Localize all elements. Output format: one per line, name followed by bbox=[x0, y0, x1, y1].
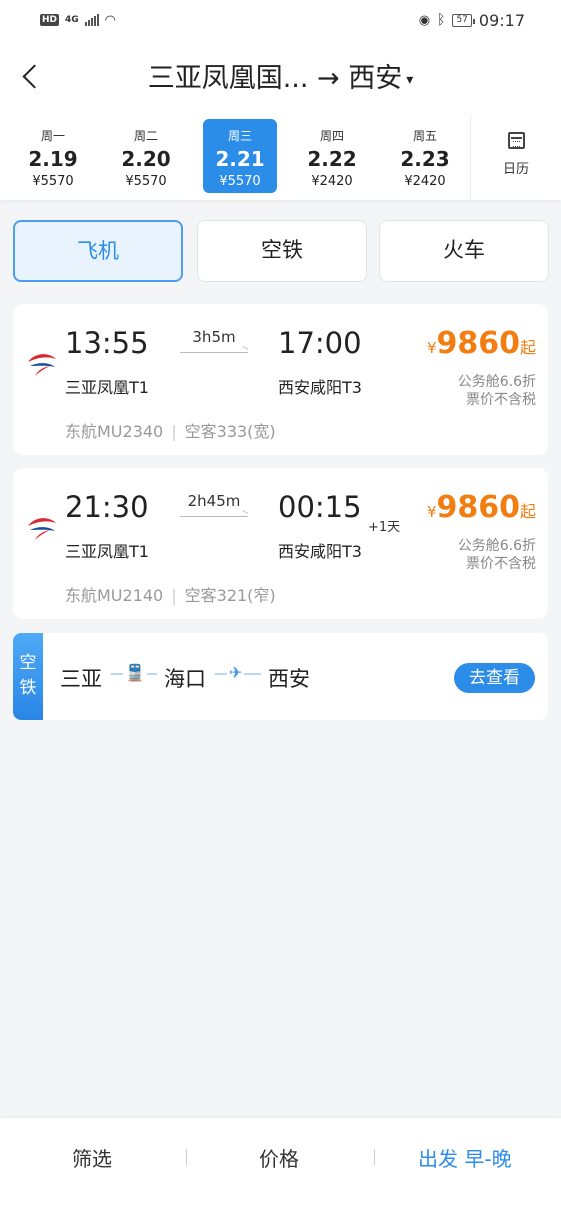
aircraft-type: 空客333(宽) bbox=[184, 422, 276, 441]
tab-flight[interactable]: 飞机 bbox=[13, 220, 183, 282]
date-day: 2.22 bbox=[307, 147, 357, 171]
date-weekday: 周五 bbox=[412, 129, 437, 143]
flight-info: 东航MU2140 | 空客321(窄) bbox=[65, 582, 276, 606]
tab-train[interactable]: 火车 bbox=[379, 220, 549, 282]
cabin-class: 公务舱6.6折 bbox=[457, 374, 536, 390]
toolbar-divider bbox=[186, 1149, 187, 1165]
date-price: ¥5570 bbox=[32, 174, 74, 189]
bluetooth-icon: ᛒ bbox=[437, 12, 446, 28]
air-rail-combo-card[interactable]: 空铁 三亚 🚆 海口 ✈ 西安 去查看 bbox=[13, 633, 548, 720]
date-weekday: 周四 bbox=[319, 129, 344, 143]
flight-duration: 2h45m bbox=[187, 492, 241, 510]
china-eastern-logo-icon bbox=[28, 518, 56, 540]
aircraft-type: 空客321(窄) bbox=[184, 586, 276, 605]
date-weekday: 周一 bbox=[40, 129, 65, 143]
flight-duration: 3h5m bbox=[192, 328, 236, 346]
battery-level: 57 bbox=[456, 15, 468, 25]
transport-mode-tabs: 飞机 空铁 火车 bbox=[0, 220, 561, 282]
flight-number: 东航MU2140 bbox=[65, 586, 164, 605]
tab-air-rail[interactable]: 空铁 bbox=[197, 220, 367, 282]
departure-airport: 三亚凤凰T1 bbox=[65, 378, 149, 397]
date-weekday: 周二 bbox=[133, 129, 158, 143]
wifi-icon: ◠ bbox=[104, 12, 117, 28]
date-day: 2.19 bbox=[28, 147, 78, 171]
calendar-icon bbox=[507, 132, 525, 149]
departure-time: 13:55 bbox=[65, 326, 149, 360]
view-combo-button[interactable]: 去查看 bbox=[454, 663, 535, 693]
clock: 09:17 bbox=[478, 10, 525, 30]
status-bar: HD 4G ◠ ◉ ᛒ 57 09:17 bbox=[0, 0, 561, 40]
date-price: ¥2420 bbox=[404, 174, 446, 189]
duration-arrow bbox=[180, 352, 248, 353]
date-item[interactable]: 周一 2.19 ¥5570 bbox=[16, 119, 90, 193]
tax-note: 票价不含税 bbox=[466, 392, 536, 408]
price-amount: 9860 bbox=[436, 490, 520, 525]
air-rail-tag: 空铁 bbox=[13, 633, 43, 720]
status-right: ◉ ᛒ 57 09:17 bbox=[419, 11, 525, 30]
date-weekday: 周三 bbox=[227, 129, 252, 143]
info-separator: | bbox=[171, 586, 177, 605]
date-price: ¥5570 bbox=[219, 174, 261, 189]
date-price: ¥5570 bbox=[125, 174, 167, 189]
signal-icon bbox=[84, 14, 99, 26]
plane-icon: ✈ bbox=[227, 663, 245, 682]
info-separator: | bbox=[171, 422, 177, 441]
flight-price: ¥9860起 bbox=[427, 490, 536, 525]
status-left: HD 4G ◠ bbox=[40, 13, 116, 28]
combo-stop-transfer: 海口 bbox=[164, 667, 206, 691]
date-item-selected[interactable]: 周三 2.21 ¥5570 bbox=[203, 119, 277, 193]
battery-icon: 57 bbox=[452, 13, 476, 27]
china-eastern-logo-icon bbox=[28, 354, 56, 376]
date-selector: 周一 2.19 ¥5570 周二 2.20 ¥5570 周三 2.21 ¥557… bbox=[0, 114, 561, 200]
bottom-toolbar: 筛选 价格 出发 早-晚 bbox=[0, 1118, 561, 1215]
price-suffix: 起 bbox=[519, 502, 536, 521]
header: 三亚凤凰国... → 西安 ▾ bbox=[0, 40, 561, 114]
flight-number: 东航MU2340 bbox=[65, 422, 164, 441]
date-item[interactable]: 周五 2.23 ¥2420 bbox=[388, 119, 462, 193]
next-day-badge: +1天 bbox=[368, 520, 401, 535]
filter-button[interactable]: 筛选 bbox=[72, 1143, 112, 1172]
date-day: 2.20 bbox=[121, 147, 171, 171]
duration-arrow bbox=[180, 516, 248, 517]
flight-card[interactable]: 13:55 3h5m 17:00 三亚凤凰T1 西安咸阳T3 东航MU2340 |… bbox=[13, 304, 548, 455]
network-type: 4G bbox=[65, 15, 79, 25]
arrival-time: 17:00 bbox=[278, 326, 362, 360]
calendar-label: 日历 bbox=[502, 162, 529, 177]
sort-departure-button[interactable]: 出发 早-晚 bbox=[418, 1143, 512, 1172]
date-day: 2.23 bbox=[400, 147, 450, 171]
flight-price: ¥9860起 bbox=[427, 326, 536, 361]
date-day: 2.21 bbox=[215, 147, 265, 171]
route-title-text: 三亚凤凰国... → 西安 bbox=[147, 63, 403, 94]
sort-price-button[interactable]: 价格 bbox=[259, 1143, 299, 1172]
date-price: ¥2420 bbox=[311, 174, 353, 189]
departure-airport: 三亚凤凰T1 bbox=[65, 542, 149, 561]
arrival-time: 00:15 bbox=[278, 490, 362, 524]
eye-icon: ◉ bbox=[418, 12, 431, 28]
flight-info: 东航MU2340 | 空客333(宽) bbox=[65, 418, 276, 442]
toolbar-divider bbox=[374, 1149, 375, 1165]
route-title[interactable]: 三亚凤凰国... → 西安 ▾ bbox=[0, 56, 561, 95]
caret-down-icon: ▾ bbox=[406, 71, 414, 88]
calendar-button[interactable]: 日历 bbox=[470, 114, 561, 200]
combo-stop-destination: 西安 bbox=[268, 667, 310, 691]
departure-time: 21:30 bbox=[65, 490, 149, 524]
date-item[interactable]: 周四 2.22 ¥2420 bbox=[295, 119, 369, 193]
hd-badge: HD bbox=[40, 14, 60, 26]
price-amount: 9860 bbox=[436, 326, 520, 361]
arrival-airport: 西安咸阳T3 bbox=[278, 542, 362, 561]
train-icon: 🚆 bbox=[123, 663, 147, 682]
combo-stop-origin: 三亚 bbox=[60, 667, 102, 691]
price-suffix: 起 bbox=[519, 338, 536, 357]
flight-card[interactable]: 21:30 2h45m 00:15 +1天 三亚凤凰T1 西安咸阳T3 东航MU… bbox=[13, 468, 548, 619]
date-item[interactable]: 周二 2.20 ¥5570 bbox=[109, 119, 183, 193]
arrival-airport: 西安咸阳T3 bbox=[278, 378, 362, 397]
tax-note: 票价不含税 bbox=[466, 556, 536, 572]
cabin-class: 公务舱6.6折 bbox=[457, 538, 536, 554]
